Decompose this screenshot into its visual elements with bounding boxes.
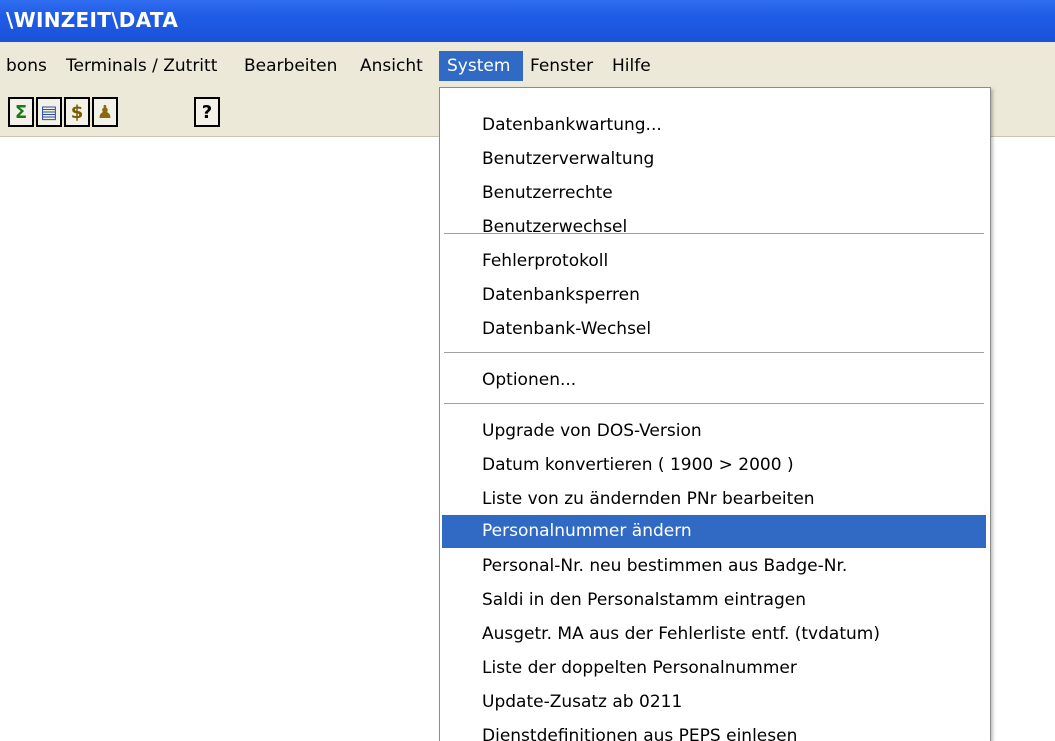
report-icon[interactable]: ▤ bbox=[36, 97, 62, 127]
menu-bons[interactable]: bons bbox=[0, 51, 55, 81]
menu-bar: bons Terminals / Zutritt Bearbeiten Ansi… bbox=[0, 42, 1055, 90]
menu-item-benutzerrechte[interactable]: Benutzerrechte bbox=[442, 177, 986, 210]
menu-item-datum-konvertieren[interactable]: Datum konvertieren ( 1900 > 2000 ) bbox=[442, 449, 986, 482]
menu-item-datenbanksperren[interactable]: Datenbanksperren bbox=[442, 279, 986, 312]
menu-separator bbox=[444, 352, 984, 354]
menu-item-datenbank-wechsel[interactable]: Datenbank-Wechsel bbox=[442, 313, 986, 346]
menu-terminals-zutritt[interactable]: Terminals / Zutritt bbox=[58, 51, 225, 81]
dollar-icon[interactable]: $ bbox=[64, 97, 90, 127]
menu-item-saldi-eintragen[interactable]: Saldi in den Personalstamm eintragen bbox=[442, 584, 986, 617]
menu-item-dienstdefinitionen-peps[interactable]: Dienstdefinitionen aus PEPS einlesen bbox=[442, 720, 986, 741]
menu-item-personal-nr-aus-badge[interactable]: Personal-Nr. neu bestimmen aus Badge-Nr. bbox=[442, 550, 986, 583]
people-icon[interactable]: ♟ bbox=[92, 97, 118, 127]
menu-item-datenbankwartung[interactable]: Datenbankwartung... bbox=[442, 109, 986, 142]
menu-system[interactable]: System bbox=[439, 51, 523, 81]
menu-item-upgrade-dos[interactable]: Upgrade von DOS-Version bbox=[442, 415, 986, 448]
menu-hilfe[interactable]: Hilfe bbox=[604, 51, 659, 81]
window-title: \WINZEIT\DATA bbox=[6, 8, 179, 32]
menu-item-fehlerprotokoll[interactable]: Fehlerprotokoll bbox=[442, 245, 986, 278]
system-dropdown-menu: Datenbankwartung... Benutzerverwaltung B… bbox=[439, 87, 991, 741]
sigma-icon[interactable]: Σ bbox=[8, 97, 34, 127]
menu-item-ausgetr-ma-entfernen[interactable]: Ausgetr. MA aus der Fehlerliste entf. (t… bbox=[442, 618, 986, 651]
menu-separator bbox=[444, 233, 984, 235]
menu-separator bbox=[444, 403, 984, 405]
menu-item-update-zusatz[interactable]: Update-Zusatz ab 0211 bbox=[442, 686, 986, 719]
menu-bearbeiten[interactable]: Bearbeiten bbox=[236, 51, 345, 81]
menu-fenster[interactable]: Fenster bbox=[522, 51, 601, 81]
menu-item-liste-pnr-bearbeiten[interactable]: Liste von zu ändernden PNr bearbeiten bbox=[442, 483, 986, 516]
title-bar: \WINZEIT\DATA bbox=[0, 0, 1055, 42]
menu-item-benutzerwechsel[interactable]: Benutzerwechsel bbox=[442, 211, 986, 244]
menu-item-optionen[interactable]: Optionen... bbox=[442, 364, 986, 397]
menu-item-personalnummer-aendern[interactable]: Personalnummer ändern bbox=[442, 515, 986, 548]
menu-item-benutzerverwaltung[interactable]: Benutzerverwaltung bbox=[442, 143, 986, 176]
help-icon[interactable]: ? bbox=[194, 97, 220, 127]
menu-ansicht[interactable]: Ansicht bbox=[352, 51, 431, 81]
menu-item-doppelte-personalnummer[interactable]: Liste der doppelten Personalnummer bbox=[442, 652, 986, 685]
